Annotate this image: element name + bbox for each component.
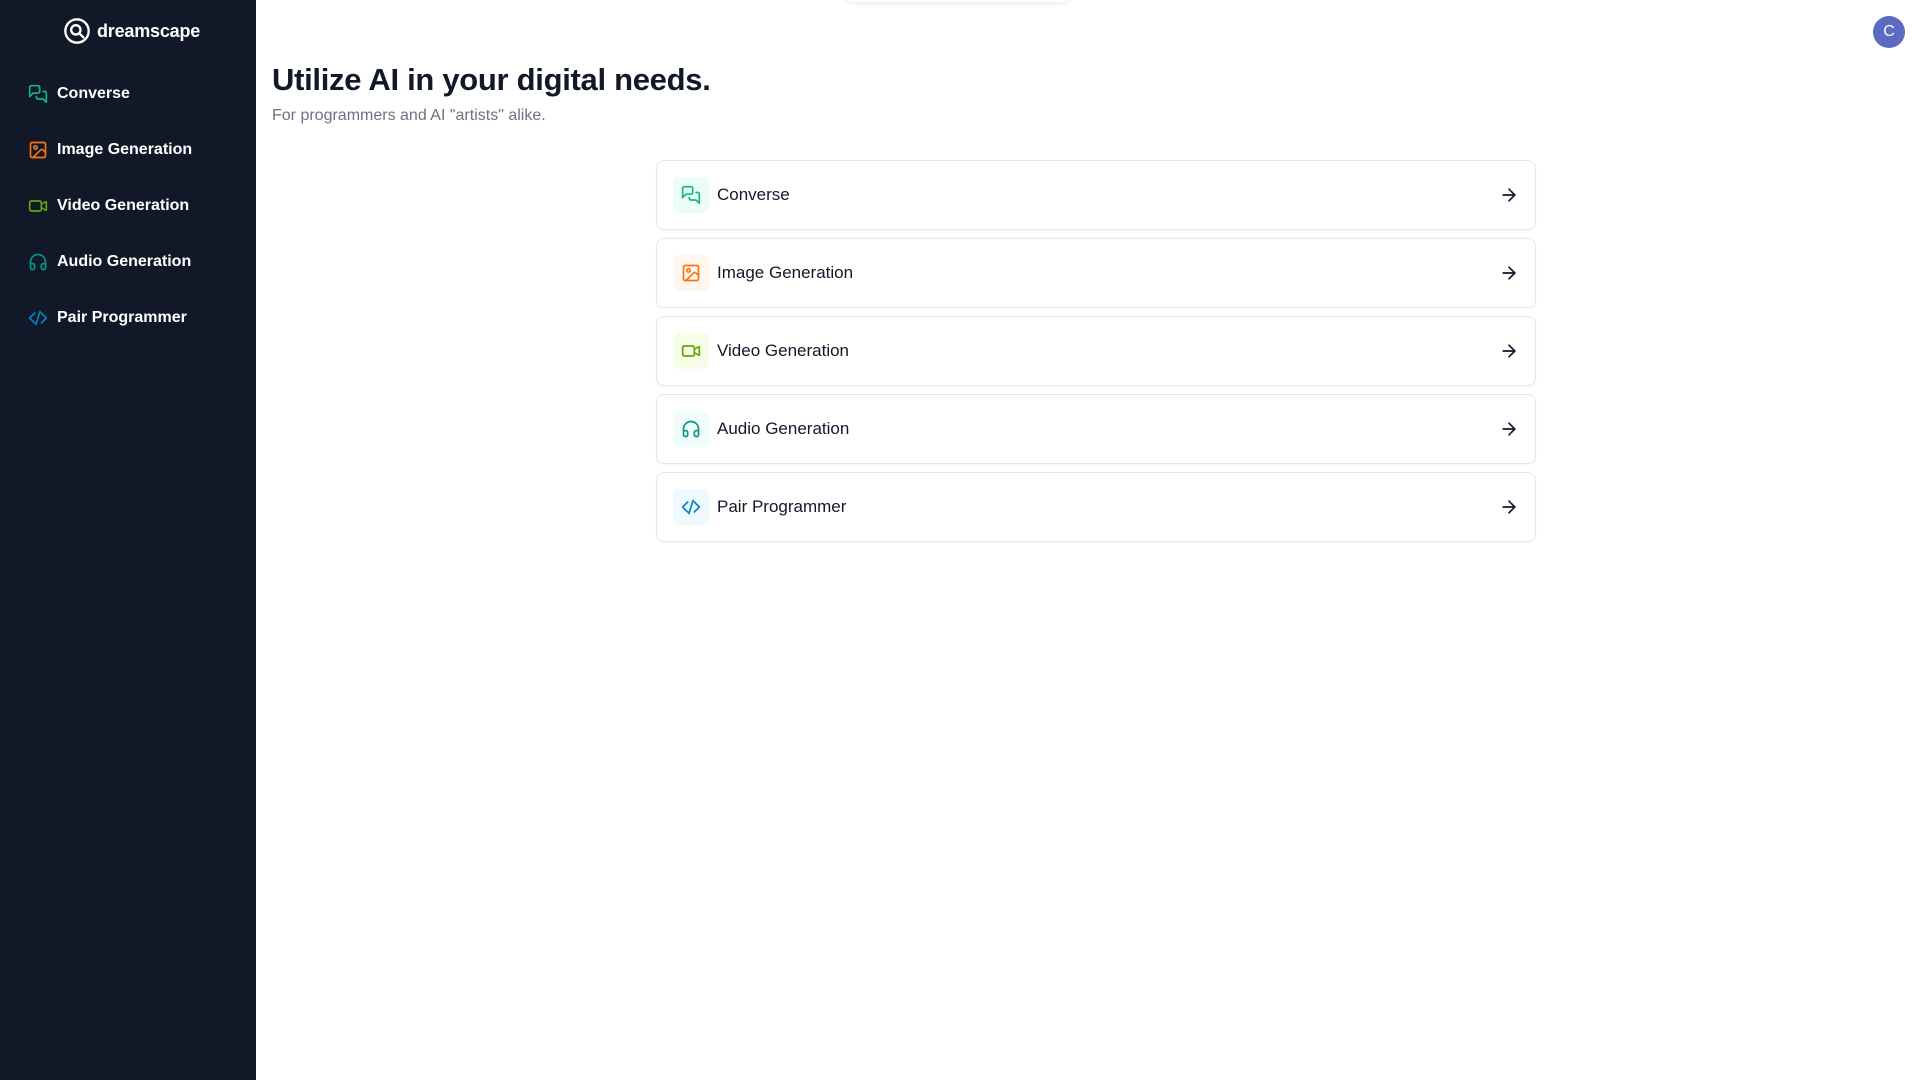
card-icon-container: [673, 177, 709, 213]
sidebar-item-image-generation[interactable]: Image Generation: [14, 122, 242, 178]
search-logo-icon: [63, 17, 91, 45]
arrow-right-icon: [1499, 185, 1519, 205]
avatar[interactable]: C: [1873, 16, 1905, 48]
logo-link[interactable]: dreamscape: [63, 17, 200, 45]
sidebar-nav: Converse Image Generation Video Generati…: [14, 66, 242, 346]
avatar-initial: C: [1883, 23, 1895, 40]
logo-text: dreamscape: [97, 20, 201, 41]
tool-card-audio-generation[interactable]: Audio Generation: [656, 394, 1536, 464]
code-icon: [681, 497, 701, 517]
tool-card-pair-programmer[interactable]: Pair Programmer: [656, 472, 1536, 542]
tool-card-list: Converse Image Generation Video Generati…: [656, 160, 1536, 550]
sidebar-item-label: Image Generation: [57, 141, 193, 158]
messages-icon: [28, 84, 48, 104]
tool-card-image-generation[interactable]: Image Generation: [656, 238, 1536, 308]
card-label: Video Generation: [717, 341, 850, 360]
sidebar-item-pair-programmer[interactable]: Pair Programmer: [14, 290, 242, 346]
card-label: Audio Generation: [717, 419, 850, 438]
card-icon-container: [673, 255, 709, 291]
tool-card-video-generation[interactable]: Video Generation: [656, 316, 1536, 386]
main-content: C Utilize AI in your digital needs. For …: [256, 0, 1920, 1080]
image-icon: [681, 263, 701, 283]
sidebar: dreamscape Converse Image Generation Vid…: [0, 0, 256, 1080]
headphones-icon: [681, 419, 701, 439]
sidebar-item-label: Audio Generation: [57, 253, 192, 270]
video-icon: [28, 196, 48, 216]
page-title: Utilize AI in your digital needs.: [272, 62, 711, 97]
card-label: Converse: [717, 185, 790, 204]
card-label: Image Generation: [717, 263, 854, 282]
headphones-icon: [28, 252, 48, 272]
arrow-right-icon: [1499, 263, 1519, 283]
arrow-right-icon: [1499, 497, 1519, 517]
card-icon-container: [673, 489, 709, 525]
arrow-right-icon: [1499, 419, 1519, 439]
sidebar-item-video-generation[interactable]: Video Generation: [14, 178, 242, 234]
code-icon: [28, 308, 48, 328]
card-icon-container: [673, 411, 709, 447]
video-icon: [681, 341, 701, 361]
image-icon: [28, 140, 48, 160]
arrow-right-icon: [1499, 341, 1519, 361]
sidebar-item-label: Converse: [57, 85, 130, 102]
sidebar-item-converse[interactable]: Converse: [14, 66, 242, 122]
tool-card-converse[interactable]: Converse: [656, 160, 1536, 230]
app-root: dreamscape Converse Image Generation Vid…: [0, 0, 1920, 1080]
messages-icon: [681, 185, 701, 205]
card-icon-container: [673, 333, 709, 369]
card-label: Pair Programmer: [717, 497, 847, 516]
top-shadow-pill: [845, 0, 1071, 2]
sidebar-item-audio-generation[interactable]: Audio Generation: [14, 234, 242, 290]
sidebar-item-label: Pair Programmer: [57, 309, 187, 326]
page-subtitle: For programmers and AI "artists" alike.: [272, 107, 546, 124]
sidebar-item-label: Video Generation: [57, 197, 190, 214]
